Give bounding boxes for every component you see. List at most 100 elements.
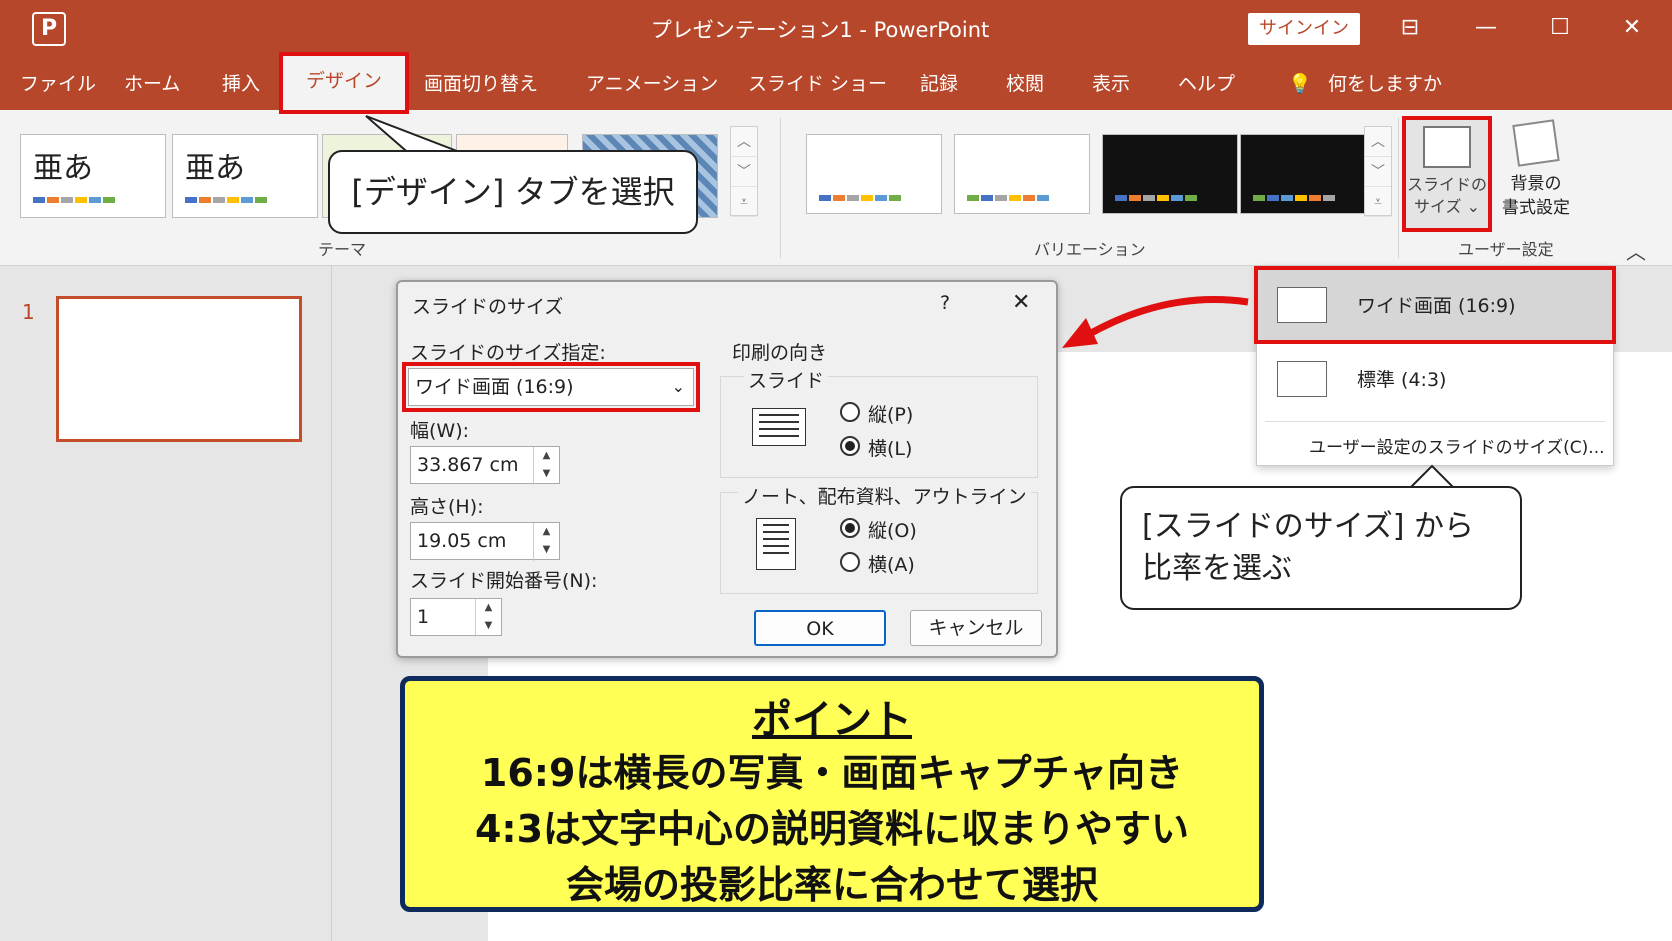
radio-portrait-notes[interactable] bbox=[840, 518, 860, 538]
variation-thumbnail[interactable] bbox=[1240, 134, 1376, 214]
highlight-box bbox=[1254, 266, 1616, 344]
variation-swatches bbox=[967, 195, 1049, 201]
red-arrow-icon bbox=[1062, 296, 1249, 348]
notes-orientation-label: ノート、配布資料、アウトライン bbox=[738, 482, 1031, 509]
tab-design[interactable]: デザイン bbox=[279, 52, 409, 114]
point-note: ポイント 16:9は横長の写真・画面キャプチャ向き 4:3は文字中心の説明資料に… bbox=[400, 676, 1264, 912]
point-title: ポイント bbox=[752, 697, 912, 743]
variation-thumbnail[interactable] bbox=[954, 134, 1090, 214]
start-number-label: スライド開始番号(N): bbox=[410, 570, 598, 592]
design-tab-callout: [デザイン] タブを選択 bbox=[328, 150, 698, 234]
menu-item-standard[interactable]: 標準 (4:3) bbox=[1257, 343, 1613, 415]
theme-swatches bbox=[33, 197, 115, 203]
height-label: 高さ(H): bbox=[410, 496, 484, 518]
ribbon-display-icon[interactable]: ⊟ bbox=[1390, 10, 1430, 46]
close-icon[interactable]: ✕ bbox=[1612, 10, 1652, 46]
cancel-button[interactable]: キャンセル bbox=[910, 610, 1042, 646]
landscape-page-icon bbox=[752, 408, 806, 446]
theme-sample-text: 亜あ bbox=[33, 151, 93, 186]
theme-thumbnail[interactable]: 亜あ bbox=[20, 134, 166, 218]
width-value: 33.867 cm bbox=[417, 454, 519, 476]
slide-thumbnail[interactable] bbox=[56, 296, 302, 442]
dialog-title: スライドのサイズ bbox=[412, 296, 564, 318]
theme-swatches bbox=[185, 197, 267, 203]
slide-size-for-label: スライドのサイズ指定: bbox=[410, 342, 606, 364]
slide-size-callout-line-1: [スライドのサイズ] から bbox=[1142, 509, 1475, 544]
tab-transitions[interactable]: 画面切り替え bbox=[424, 68, 538, 100]
separator bbox=[780, 118, 781, 258]
variation-swatches bbox=[1115, 195, 1197, 201]
signin-button[interactable]: サインイン bbox=[1248, 13, 1360, 45]
theme-thumbnail[interactable]: 亜あ bbox=[172, 134, 318, 218]
format-background-label-1: 背景の bbox=[1510, 174, 1562, 194]
theme-sample-text: 亜あ bbox=[185, 151, 245, 186]
radio-portrait-slides[interactable] bbox=[840, 402, 860, 422]
tell-me-search[interactable]: 何をしますか bbox=[1328, 68, 1442, 100]
separator bbox=[1398, 118, 1399, 258]
tab-record[interactable]: 記録 bbox=[920, 68, 958, 100]
tab-home[interactable]: ホーム bbox=[124, 68, 180, 100]
slide-size-callout: [スライドのサイズ] から 比率を選ぶ bbox=[1120, 486, 1522, 610]
variation-thumbnail[interactable] bbox=[1102, 134, 1238, 214]
standard-icon bbox=[1277, 361, 1327, 397]
separator bbox=[1265, 421, 1605, 422]
themes-gallery-scroll[interactable]: ︿ ﹀ ⩡ bbox=[730, 126, 758, 217]
height-value: 19.05 cm bbox=[417, 530, 507, 552]
standard-label: 標準 (4:3) bbox=[1357, 369, 1447, 391]
format-background-button[interactable]: 背景の 書式設定 bbox=[1496, 116, 1576, 220]
collapse-ribbon-icon[interactable]: ︿ bbox=[1626, 236, 1646, 265]
format-background-label-2: 書式設定 bbox=[1502, 198, 1570, 218]
ribbon-tabs: ファイル ホーム 挿入 画面切り替え アニメーション スライド ショー 記録 校… bbox=[0, 58, 1672, 110]
slides-orientation-label: スライド bbox=[744, 366, 829, 393]
powerpoint-logo-icon: P bbox=[32, 12, 66, 46]
minimize-icon[interactable]: — bbox=[1466, 10, 1506, 46]
slide-number: 1 bbox=[22, 300, 35, 324]
height-input[interactable]: 19.05 cm ▲ ▼ bbox=[410, 522, 560, 561]
variation-swatches bbox=[1253, 195, 1335, 201]
width-input[interactable]: 33.867 cm ▲ ▼ bbox=[410, 446, 560, 485]
landscape-notes-label: 横(A) bbox=[868, 554, 915, 576]
width-label: 幅(W): bbox=[410, 420, 470, 442]
variations-gallery-scroll[interactable]: ︿ ﹀ ⩡ bbox=[1364, 126, 1392, 217]
point-line-1: 16:9は横長の写真・画面キャプチャ向き bbox=[480, 751, 1184, 795]
start-number-value: 1 bbox=[417, 606, 430, 628]
tab-insert[interactable]: 挿入 bbox=[222, 68, 260, 100]
landscape-slides-label: 横(L) bbox=[868, 438, 913, 460]
highlight-box bbox=[402, 362, 700, 412]
height-spinner[interactable]: ▲ ▼ bbox=[533, 523, 559, 561]
variations-group-label: バリエーション bbox=[1034, 240, 1146, 259]
ok-button[interactable]: OK bbox=[754, 610, 886, 646]
tab-review[interactable]: 校閲 bbox=[1006, 68, 1044, 100]
radio-landscape-notes[interactable] bbox=[840, 552, 860, 572]
orientation-label: 印刷の向き bbox=[732, 342, 828, 364]
slide-size-icon bbox=[1423, 126, 1471, 168]
tab-help[interactable]: ヘルプ bbox=[1178, 68, 1235, 100]
dialog-close-icon[interactable]: ✕ bbox=[1012, 290, 1030, 315]
start-number-input[interactable]: 1 ▲ ▼ bbox=[410, 598, 502, 637]
variation-swatches bbox=[819, 195, 901, 201]
portrait-slides-label: 縦(P) bbox=[868, 404, 914, 426]
tab-file[interactable]: ファイル bbox=[20, 68, 96, 100]
slide-size-label-1: スライドの bbox=[1406, 175, 1487, 194]
portrait-notes-label: 縦(O) bbox=[868, 520, 917, 542]
title-bar: P プレゼンテーション1 - PowerPoint サインイン ⊟ — ☐ ✕ bbox=[0, 0, 1672, 58]
tab-animations[interactable]: アニメーション bbox=[586, 68, 718, 100]
lightbulb-icon[interactable]: 💡 bbox=[1288, 68, 1312, 100]
help-icon[interactable]: ? bbox=[940, 292, 950, 314]
slide-size-button[interactable]: スライドの サイズ ⌄ bbox=[1402, 116, 1492, 232]
variation-thumbnail[interactable] bbox=[806, 134, 942, 214]
tab-slideshow[interactable]: スライド ショー bbox=[748, 68, 887, 100]
maximize-icon[interactable]: ☐ bbox=[1540, 10, 1580, 46]
format-background-icon bbox=[1512, 119, 1560, 167]
point-line-2: 4:3は文字中心の説明資料に収まりやすい bbox=[474, 807, 1190, 851]
user-settings-group-label: ユーザー設定 bbox=[1458, 240, 1554, 259]
slide-size-callout-line-2: 比率を選ぶ bbox=[1142, 551, 1292, 586]
start-number-spinner[interactable]: ▲ ▼ bbox=[475, 599, 501, 637]
slide-size-label-2: サイズ ⌄ bbox=[1413, 197, 1480, 216]
tab-view[interactable]: 表示 bbox=[1092, 68, 1130, 100]
menu-item-custom-size[interactable]: ユーザー設定のスライドのサイズ(C)... bbox=[1309, 433, 1605, 458]
width-spinner[interactable]: ▲ ▼ bbox=[533, 447, 559, 485]
themes-group-label: テーマ bbox=[318, 240, 367, 259]
radio-landscape-slides[interactable] bbox=[840, 436, 860, 456]
portrait-page-icon bbox=[756, 518, 796, 570]
